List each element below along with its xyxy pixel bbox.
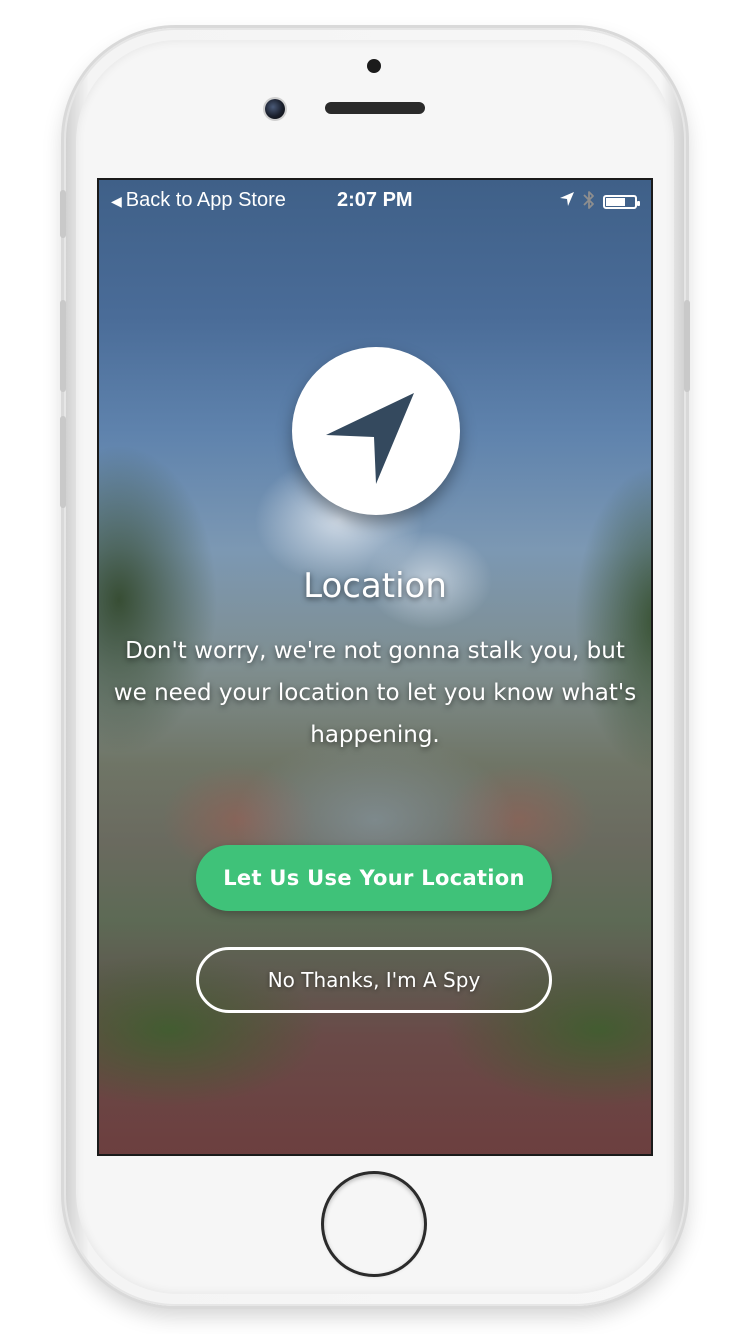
volume-down-button bbox=[60, 416, 66, 508]
location-description: Don't worry, we're not gonna stalk you, … bbox=[113, 638, 637, 748]
navigation-arrow-icon bbox=[292, 347, 460, 515]
status-icons bbox=[559, 190, 640, 213]
power-button bbox=[684, 300, 690, 392]
status-time: 2:07 PM bbox=[337, 189, 413, 211]
phone-screen: ◀ Back to App Store 2:07 PM Location Don… bbox=[99, 180, 651, 1154]
back-label: Back to App Store bbox=[125, 189, 286, 211]
battery-icon bbox=[603, 194, 640, 209]
back-triangle-icon: ◀ bbox=[111, 192, 122, 209]
page-title: Location bbox=[303, 566, 447, 606]
home-button[interactable] bbox=[324, 1174, 424, 1274]
status-bar: ◀ Back to App Store 2:07 PM bbox=[99, 180, 651, 220]
mute-switch bbox=[60, 190, 66, 238]
decline-location-button[interactable]: No Thanks, I'm A Spy bbox=[196, 947, 552, 1013]
allow-location-button[interactable]: Let Us Use Your Location bbox=[196, 845, 552, 911]
bluetooth-icon bbox=[583, 190, 595, 213]
volume-up-button bbox=[60, 300, 66, 392]
front-camera bbox=[265, 99, 285, 119]
proximity-sensor bbox=[367, 59, 381, 73]
back-to-app-store-link[interactable]: ◀ Back to App Store bbox=[111, 189, 286, 212]
location-arrow-icon bbox=[559, 190, 575, 213]
earpiece-speaker bbox=[325, 102, 425, 114]
